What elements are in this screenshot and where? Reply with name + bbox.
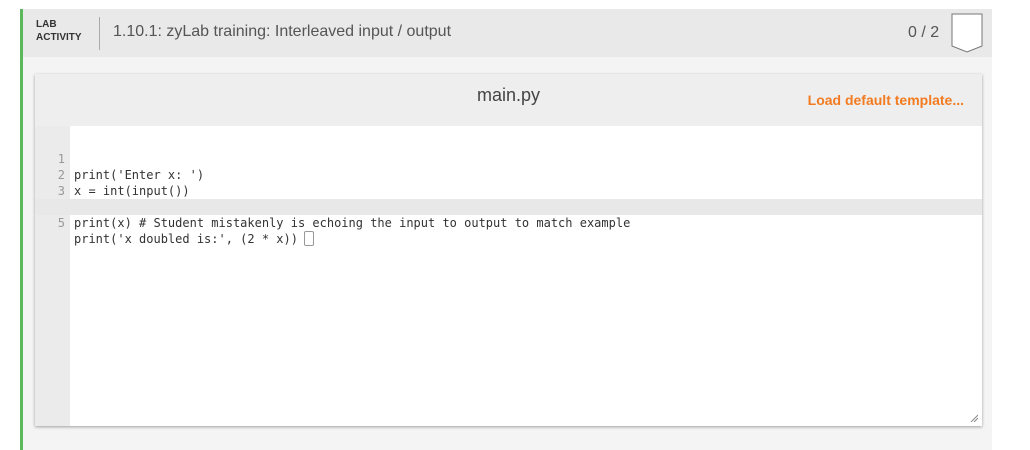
code-text-content: print('x doubled is:', (2 * x)): [74, 232, 298, 246]
code-line[interactable]: 3: [35, 167, 982, 198]
code-line[interactable]: 2 x = int(input()): [35, 151, 982, 198]
code-text[interactable]: print(x) # Student mistakenly is echoing…: [74, 215, 630, 231]
lab-activity-card: LAB ACTIVITY 1.10.1: zyLab training: Int…: [20, 9, 992, 450]
line-number: 5: [57, 216, 65, 230]
lab-score: 0 / 2: [908, 24, 940, 41]
code-line[interactable]: 4 print(x) # Student mistakenly is echoi…: [35, 183, 982, 230]
lab-title: 1.10.1: zyLab training: Interleaved inpu…: [113, 23, 452, 40]
editor-header: main.py Load default template...: [35, 74, 982, 126]
code-editor-panel: main.py Load default template... 1 print…: [35, 74, 982, 426]
code-editor[interactable]: 1 print('Enter x: ') 2 x = int(input()) …: [35, 126, 982, 426]
code-text[interactable]: print('x doubled is:', (2 * x)): [74, 231, 314, 247]
resize-handle-icon[interactable]: [970, 414, 978, 422]
score-badge-icon: [951, 13, 983, 53]
code-line-active[interactable]: 5 print('x doubled is:', (2 * x)): [35, 199, 982, 246]
lab-header: LAB ACTIVITY 1.10.1: zyLab training: Int…: [23, 9, 992, 57]
code-line[interactable]: 1 print('Enter x: '): [35, 135, 982, 182]
text-cursor: [303, 231, 314, 246]
lab-activity-label: LAB ACTIVITY: [36, 19, 82, 43]
header-divider: [99, 17, 100, 50]
code-lines[interactable]: 1 print('Enter x: ') 2 x = int(input()) …: [35, 135, 982, 246]
load-default-template-link[interactable]: Load default template...: [808, 92, 964, 108]
